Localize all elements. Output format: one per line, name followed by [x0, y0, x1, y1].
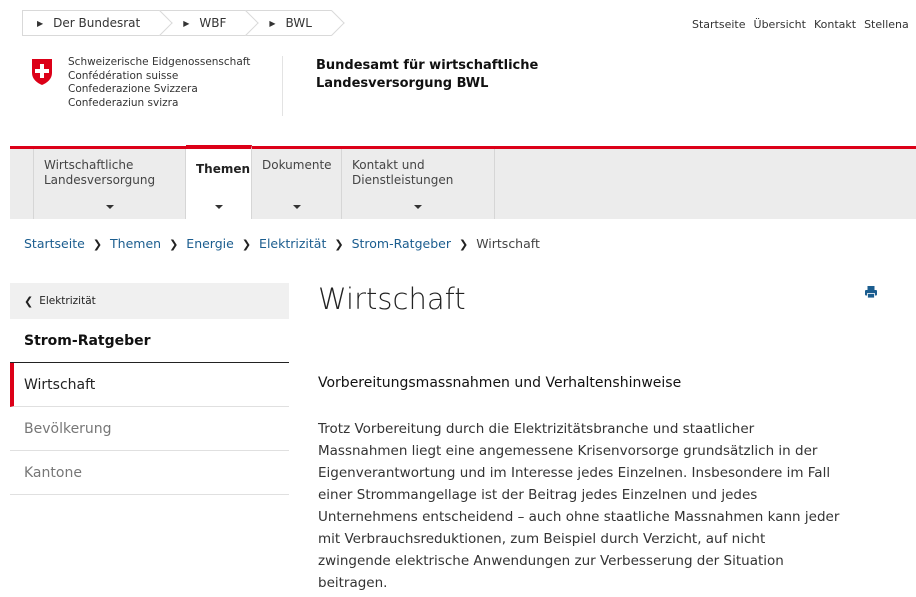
caret-down-icon [292, 205, 301, 209]
chevron-right-icon: ❯ [334, 238, 344, 251]
triangle-right-icon: ▶ [37, 18, 44, 28]
sidebar-item-kantone[interactable]: Kantone [10, 451, 289, 495]
sidebar-heading[interactable]: Strom-Ratgeber [10, 319, 289, 363]
link-stellen[interactable]: Stellena [864, 18, 909, 31]
section-heading: Vorbereitungsmassnahmen und Verhaltenshi… [318, 375, 682, 391]
sidebar-item-bevoelkerung[interactable]: Bevölkerung [10, 407, 289, 451]
print-icon[interactable] [864, 285, 878, 299]
breadcrumb-energie[interactable]: Energie [186, 236, 234, 251]
swiss-cross-icon[interactable] [30, 58, 54, 86]
nav-themen[interactable]: Themen [186, 145, 252, 219]
top-breadcrumb-bundesrat[interactable]: ▶ Der Bundesrat [22, 10, 161, 36]
office-name[interactable]: Bundesamt für wirtschaftliche Landesvers… [316, 57, 538, 93]
confed-it: Confederazione Svizzera [68, 83, 198, 95]
breadcrumb-elektrizitaet[interactable]: Elektrizität [259, 236, 326, 251]
chevron-left-icon: ❮ [24, 294, 34, 308]
breadcrumb-startseite[interactable]: Startseite [24, 236, 85, 251]
sidebar: ❮ Elektrizität Strom-Ratgeber Wirtschaft … [10, 283, 289, 495]
breadcrumb: Startseite ❯ Themen ❯ Energie ❯ Elektrizität ❯ S… [24, 236, 540, 251]
chevron-right-icon: ❯ [92, 238, 103, 251]
confed-rm: Confederaziun svizra [68, 96, 179, 109]
back-link-elektrizitaet[interactable]: ❮ Elektrizität [10, 283, 289, 319]
nav-dokumente[interactable]: Dokumente [252, 149, 342, 219]
body-paragraph: Trotz Vorbereitung durch die Elektrizitä… [318, 421, 840, 591]
top-breadcrumb-bwl[interactable]: ▶ BWL [246, 10, 332, 36]
confed-fr: Confédération suisse [68, 69, 179, 82]
link-startseite[interactable]: Startseite [692, 18, 746, 31]
page-title: Wirtschaft [318, 282, 466, 316]
confed-de: Schweizerische Eidgenossenschaft [68, 56, 251, 68]
breadcrumb-current: Wirtschaft [476, 236, 540, 251]
sidebar-item-wirtschaft[interactable]: Wirtschaft [10, 363, 289, 407]
breadcrumb-themen[interactable]: Themen [110, 236, 161, 251]
chevron-right-icon: ❯ [169, 238, 179, 251]
breadcrumb-strom-ratgeber[interactable]: Strom-Ratgeber [352, 236, 451, 251]
triangle-right-icon: ▶ [269, 18, 276, 28]
caret-down-icon [414, 205, 422, 209]
nav-kontakt-dienstleistungen[interactable]: Kontakt und Dienstleistungen [342, 149, 495, 219]
caret-down-icon [214, 205, 223, 209]
top-breadcrumb: ▶ Der Bundesrat ▶ WBF ▶ BWL [22, 10, 332, 36]
triangle-right-icon: ▶ [183, 18, 190, 28]
chevron-right-icon: ❯ [241, 238, 252, 251]
confederation-names[interactable]: Schweizerische Eidgenossenschaft Confédé… [68, 56, 250, 110]
service-links: Startseite Übersicht Kontakt Stellena [692, 18, 916, 31]
caret-down-icon [105, 205, 114, 209]
link-uebersicht[interactable]: Übersicht [754, 18, 806, 31]
nav-wirtschaftliche-landesversorgung[interactable]: Wirtschaftliche Landesversorgung [33, 149, 186, 219]
top-breadcrumb-wbf[interactable]: ▶ WBF [160, 10, 247, 36]
chevron-right-icon: ❯ [458, 238, 469, 251]
header-divider [282, 56, 283, 116]
link-kontakt[interactable]: Kontakt [814, 18, 856, 31]
